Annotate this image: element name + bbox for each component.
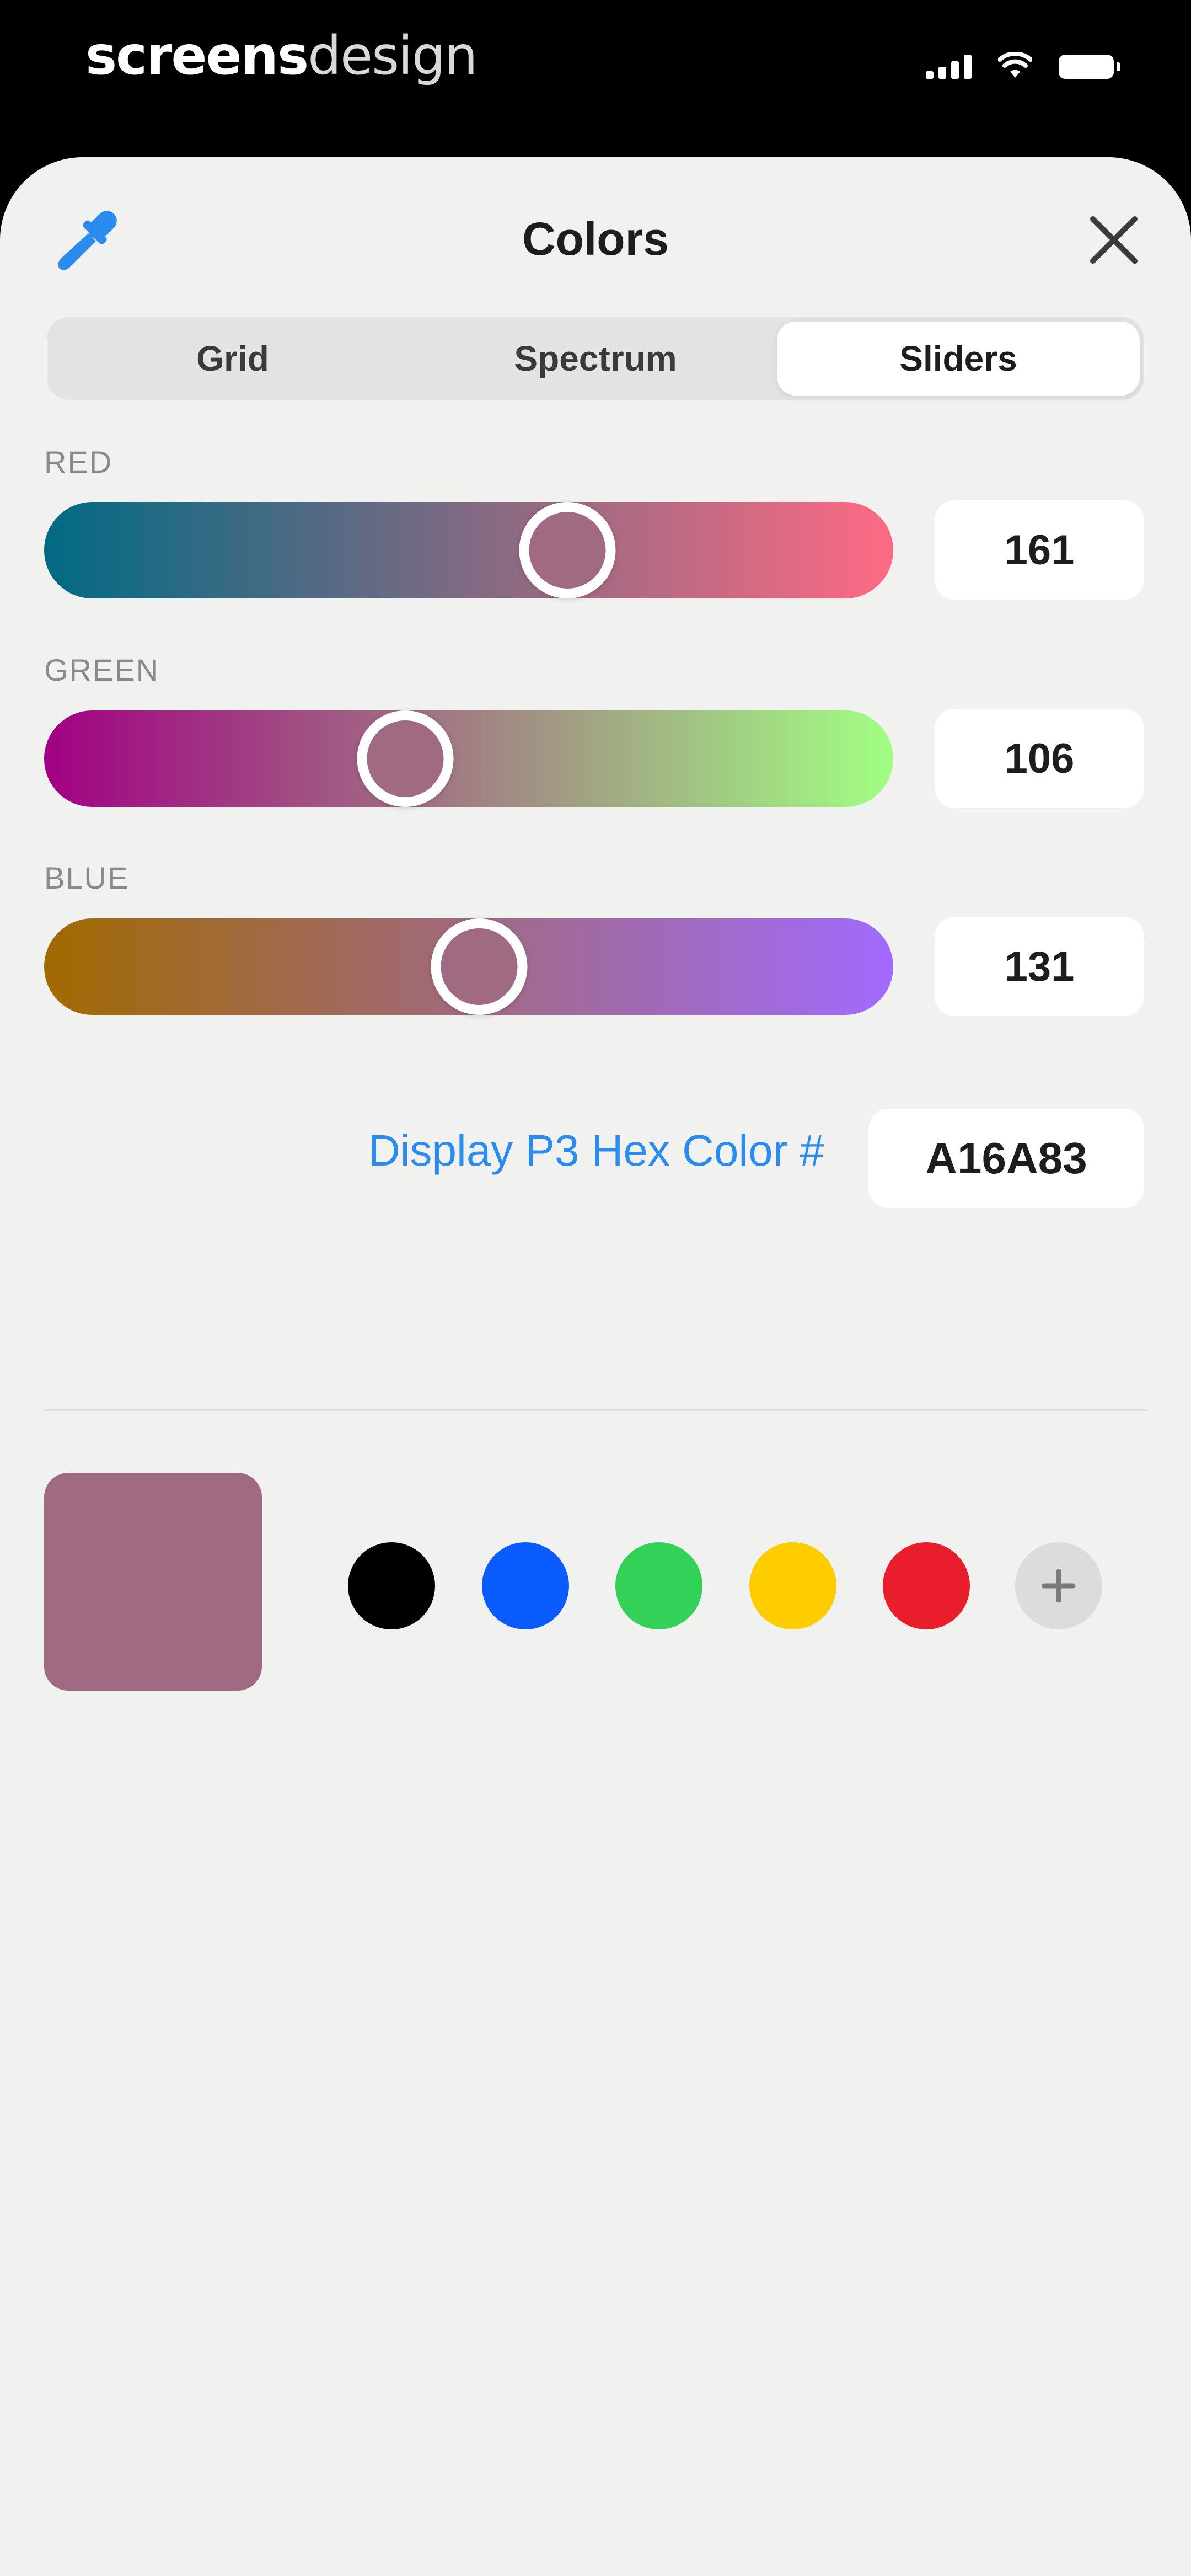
blue-value-field[interactable]: 131 — [935, 917, 1144, 1016]
add-swatch-button[interactable] — [1015, 1542, 1102, 1629]
cellular-signal-icon — [926, 55, 972, 79]
hex-color-field[interactable]: A16A83 — [868, 1109, 1144, 1208]
black-swatch[interactable] — [348, 1542, 435, 1629]
current-color-swatch — [44, 1473, 262, 1691]
red-label: RED — [44, 445, 113, 479]
green-swatch[interactable] — [615, 1542, 702, 1629]
wifi-icon — [998, 52, 1032, 78]
green-slider-thumb[interactable] — [357, 710, 454, 807]
close-icon[interactable] — [1081, 207, 1147, 273]
color-picker-sheet: Colors Grid Spectrum Sliders RED 161 GRE… — [0, 157, 1191, 2576]
green-slider[interactable] — [44, 710, 893, 807]
tab-spectrum[interactable]: Spectrum — [414, 322, 777, 396]
battery-icon — [1059, 55, 1120, 79]
blue-slider[interactable] — [44, 918, 893, 1015]
tab-grid[interactable]: Grid — [51, 322, 414, 396]
plus-icon — [1042, 1569, 1076, 1603]
watermark: screensdesign — [85, 25, 478, 87]
hex-color-label: Display P3 Hex Color # — [368, 1126, 824, 1175]
blue-label: BLUE — [44, 861, 130, 895]
green-label: GREEN — [44, 653, 160, 687]
watermark-bold: screens — [85, 25, 309, 87]
red-slider[interactable] — [44, 502, 893, 598]
red-slider-thumb[interactable] — [519, 502, 616, 598]
tab-sliders[interactable]: Sliders — [777, 322, 1140, 396]
watermark-light: design — [308, 25, 478, 87]
blue-slider-thumb[interactable] — [431, 918, 528, 1015]
picker-mode-tabs: Grid Spectrum Sliders — [47, 317, 1144, 400]
blue-swatch[interactable] — [482, 1542, 569, 1629]
red-value-field[interactable]: 161 — [935, 500, 1144, 600]
status-bar: screensdesign — [0, 0, 1191, 154]
sheet-title: Colors — [522, 213, 669, 265]
red-swatch[interactable] — [883, 1542, 970, 1629]
yellow-swatch[interactable] — [749, 1542, 836, 1629]
status-icons — [926, 52, 1120, 79]
green-value-field[interactable]: 106 — [935, 709, 1144, 808]
divider — [44, 1409, 1147, 1411]
